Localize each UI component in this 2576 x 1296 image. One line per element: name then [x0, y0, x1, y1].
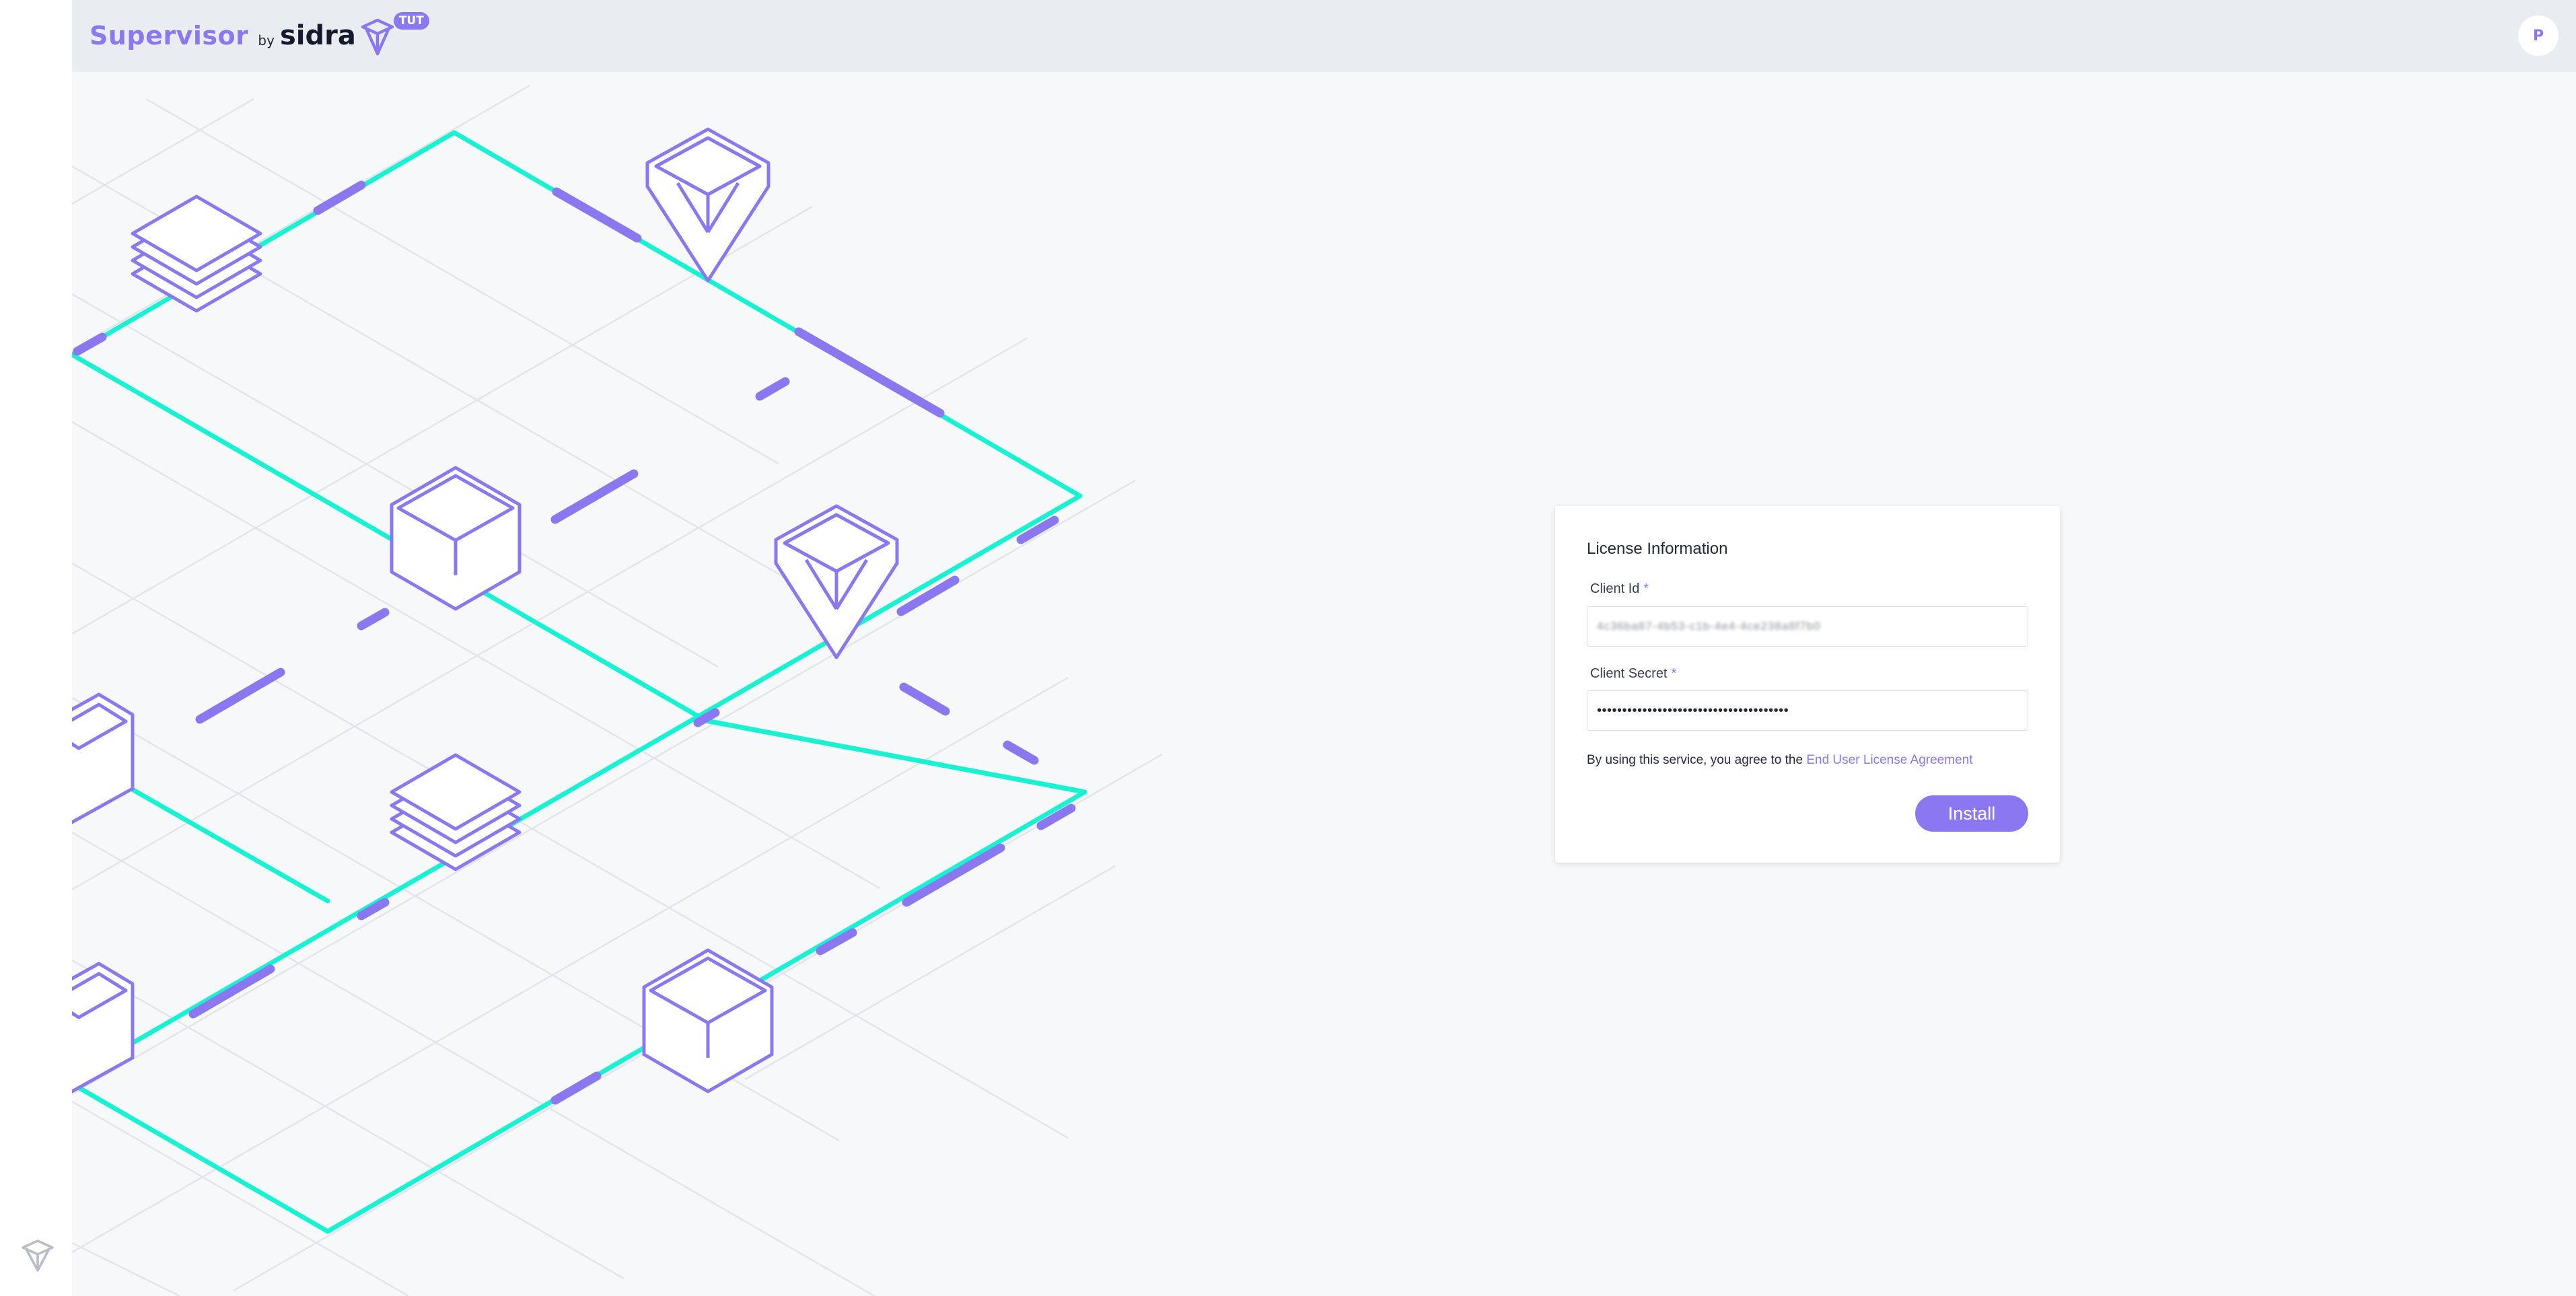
network-illustration	[72, 72, 1216, 1296]
client-secret-input[interactable]: ••••••••••••••••••••••••••••••••••••••	[1587, 690, 2028, 731]
client-id-label-text: Client Id	[1590, 581, 1640, 596]
brand-product-name: Supervisor	[90, 21, 249, 50]
required-marker: *	[1643, 581, 1649, 596]
eula-link[interactable]: End User License Agreement	[1806, 753, 1972, 767]
required-marker: *	[1671, 666, 1677, 681]
license-card-title: License Information	[1587, 540, 1728, 558]
app-root: Supervisor by sidra TUT P License Inform…	[0, 0, 2576, 1296]
brand-by-text: by	[258, 32, 275, 48]
environment-badge: TUT	[393, 12, 429, 30]
client-secret-label-text: Client Secret	[1590, 666, 1668, 681]
client-id-label: Client Id *	[1590, 581, 1649, 597]
client-id-input[interactable]: 4c36ba87-4b53-c1b-4e4-4ce238a8f7b0	[1587, 606, 2028, 647]
left-rail	[0, 0, 72, 1296]
client-secret-value: ••••••••••••••••••••••••••••••••••••••	[1597, 703, 1789, 718]
top-bar: Supervisor by sidra TUT P	[72, 0, 2576, 72]
brand-logo[interactable]: Supervisor by sidra TUT	[90, 12, 429, 59]
brand-company-name: sidra	[279, 20, 356, 51]
user-avatar[interactable]: P	[2518, 15, 2559, 56]
sidra-mark-icon	[361, 18, 394, 56]
license-card: License Information Client Id * 4c36ba87-…	[1555, 506, 2060, 863]
agreement-prefix: By using this service, you agree to the	[1587, 753, 1803, 767]
agreement-text: By using this service, you agree to the …	[1587, 753, 1972, 768]
brand-mark: TUT	[360, 12, 429, 59]
client-secret-label: Client Secret *	[1590, 666, 1676, 682]
sidra-mark-icon[interactable]	[17, 1235, 58, 1276]
client-id-value: 4c36ba87-4b53-c1b-4e4-4ce238a8f7b0	[1597, 620, 1821, 633]
install-button[interactable]: Install	[1915, 795, 2028, 832]
